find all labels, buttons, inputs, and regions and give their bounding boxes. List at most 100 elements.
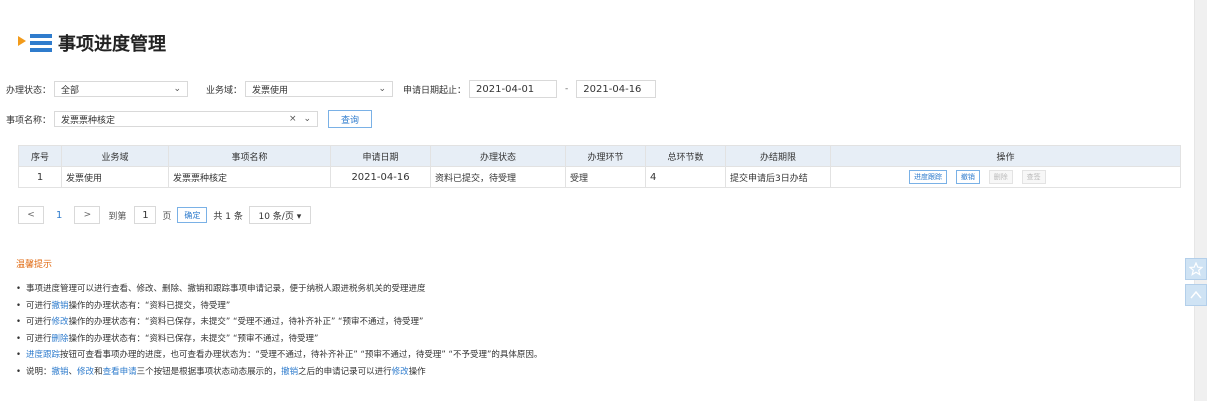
prev-page-button[interactable]: < bbox=[18, 206, 44, 224]
cell-deadline: 提交申请后3日办结 bbox=[725, 166, 831, 188]
back-to-top-button[interactable] bbox=[1185, 284, 1207, 306]
date-to-input[interactable]: 2021-04-16 bbox=[576, 80, 657, 98]
page-unit: 页 bbox=[162, 211, 172, 222]
page-size-select[interactable]: 10 条/页 ▾ bbox=[248, 206, 311, 224]
domain-label: 业务域： bbox=[206, 85, 243, 96]
query-button[interactable]: 查询 bbox=[328, 110, 373, 128]
col-header-stage: 办理环节 bbox=[565, 145, 646, 167]
tip-item: • 事项进度管理可以进行查看、修改、删除、撤销和跟踪事项申请记录，便于纳税人跟进税… bbox=[16, 281, 542, 298]
chevron-down-icon: ⌄ bbox=[378, 84, 387, 94]
tip-link[interactable]: 撤销 bbox=[281, 367, 298, 377]
tip-text: 和 bbox=[94, 366, 103, 377]
table-row: 1 发票使用 发票票种核定 2021-04-16 资料已提交，待受理 受理 4 … bbox=[18, 166, 1181, 188]
tips-title: 温馨提示 bbox=[16, 260, 53, 270]
tip-text: 三个按钮是根据事项状态动态展示的， bbox=[136, 366, 282, 377]
pagination: < 1 > 到第 1 页 确定 共 1 条 10 条/页 ▾ bbox=[18, 206, 311, 224]
view-sign-button[interactable]: 查签 bbox=[1021, 170, 1046, 184]
tip-text: 操作 bbox=[408, 366, 426, 377]
date-label: 申请日期起止： bbox=[403, 85, 467, 96]
goto-label: 到第 bbox=[108, 211, 127, 222]
bullet-icon: • bbox=[16, 284, 22, 294]
cell-status: 资料已提交，待受理 bbox=[430, 166, 566, 188]
status-value: 全部 bbox=[61, 85, 80, 96]
tips-list: • 事项进度管理可以进行查看、修改、删除、撤销和跟踪事项申请记录，便于纳税人跟进税… bbox=[16, 281, 542, 380]
clear-icon[interactable]: × bbox=[289, 114, 297, 124]
bullet-icon: • bbox=[16, 366, 22, 377]
item-select[interactable]: 发票票种核定 × ⌄ bbox=[54, 111, 319, 127]
col-header-domain: 业务域 bbox=[61, 145, 169, 167]
status-label: 办理状态： bbox=[6, 85, 52, 96]
scrollbar[interactable] bbox=[1194, 0, 1207, 401]
tip-text: 可进行 bbox=[26, 300, 52, 311]
cell-actions: 进度跟踪 撤销 删除 查签 bbox=[830, 166, 1181, 188]
tip-link[interactable]: 撤销 bbox=[52, 367, 69, 377]
domain-value: 发票使用 bbox=[252, 85, 289, 96]
col-header-actions: 操作 bbox=[830, 145, 1181, 167]
status-select[interactable]: 全部 ⌄ bbox=[54, 81, 189, 97]
tip-link[interactable]: 查看申请 bbox=[103, 367, 137, 377]
side-tools bbox=[1185, 258, 1207, 310]
result-table: 序号 业务域 事项名称 申请日期 办理状态 办理环节 总环节数 办结期限 操作 … bbox=[18, 145, 1181, 188]
tip-link[interactable]: 撤销 bbox=[52, 301, 69, 311]
tip-text: 按钮可查看事项办理的进度，也可查看办理状态为：“受理不通过，待补齐补正” “预审… bbox=[60, 350, 543, 360]
total-count: 共 1 条 bbox=[213, 211, 243, 222]
tip-text: 操作的办理状态有：“资料已保存，未提交” “受理不通过，待补齐补正” “预审不通… bbox=[68, 317, 424, 327]
col-header-status: 办理状态 bbox=[430, 145, 566, 167]
tip-text: 说明： bbox=[26, 366, 52, 377]
tip-item: • 进度跟踪按钮可查看事项办理的进度，也可查看办理状态为：“受理不通过，待补齐补正… bbox=[16, 347, 542, 364]
tip-text: 可进行 bbox=[26, 333, 52, 344]
tip-item: • 说明：撤销、修改和查看申请三个按钮是根据事项状态动态展示的，撤销之后的申请记录… bbox=[16, 364, 542, 381]
col-header-total: 总环节数 bbox=[645, 145, 726, 167]
tip-text: 操作的办理状态有：“资料已提交，待受理” bbox=[68, 300, 231, 311]
item-label: 事项名称： bbox=[6, 115, 52, 126]
goto-page-input[interactable]: 1 bbox=[134, 206, 157, 224]
bullet-icon: • bbox=[16, 350, 22, 360]
cell-domain: 发票使用 bbox=[61, 166, 169, 188]
tip-link[interactable]: 修改 bbox=[52, 317, 69, 327]
tip-text: 之后的申请记录可以进行 bbox=[298, 366, 392, 377]
cell-index: 1 bbox=[18, 166, 62, 188]
star-icon bbox=[1189, 262, 1203, 276]
col-header-index: 序号 bbox=[18, 145, 62, 167]
date-from-input[interactable]: 2021-04-01 bbox=[469, 80, 558, 98]
tip-text: 可进行 bbox=[26, 317, 52, 327]
list-menu-icon bbox=[18, 34, 52, 52]
filter-row-2: 事项名称： 发票票种核定 × ⌄ 查询 bbox=[6, 110, 373, 128]
filter-row-1: 办理状态： 全部 ⌄ 业务域： 发票使用 ⌄ 申请日期起止： 2021-04-0… bbox=[6, 80, 657, 98]
col-header-item: 事项名称 bbox=[168, 145, 331, 167]
tip-text: 事项进度管理可以进行查看、修改、删除、撤销和跟踪事项申请记录，便于纳税人跟进税务… bbox=[26, 284, 426, 294]
tip-text: 操作的办理状态有：“资料已保存，未提交” “预审不通过，待受理” bbox=[68, 333, 319, 344]
cell-item: 发票票种核定 bbox=[168, 166, 331, 188]
col-header-date: 申请日期 bbox=[330, 145, 431, 167]
table-header-row: 序号 业务域 事项名称 申请日期 办理状态 办理环节 总环节数 办结期限 操作 bbox=[18, 145, 1181, 167]
domain-select[interactable]: 发票使用 ⌄ bbox=[245, 81, 394, 97]
favorite-button[interactable] bbox=[1185, 258, 1207, 280]
select-controls: × ⌄ bbox=[289, 114, 311, 124]
item-value: 发票票种核定 bbox=[61, 115, 116, 126]
next-page-button[interactable]: > bbox=[74, 206, 101, 224]
cell-date: 2021-04-16 bbox=[330, 166, 431, 188]
revoke-button[interactable]: 撤销 bbox=[955, 170, 980, 184]
bullet-icon: • bbox=[16, 317, 22, 327]
delete-button[interactable]: 删除 bbox=[988, 170, 1013, 184]
tip-link[interactable]: 删除 bbox=[52, 334, 69, 344]
confirm-button[interactable]: 确定 bbox=[177, 207, 208, 223]
chevron-down-icon: ⌄ bbox=[303, 114, 312, 124]
current-page[interactable]: 1 bbox=[56, 210, 62, 221]
tip-item: • 可进行修改操作的办理状态有：“资料已保存，未提交” “受理不通过，待补齐补正”… bbox=[16, 314, 542, 331]
tip-text: 、 bbox=[68, 366, 78, 377]
chevron-up-icon bbox=[1190, 290, 1202, 299]
tip-item: • 可进行撤销操作的办理状态有：“资料已提交，待受理” bbox=[16, 298, 542, 315]
cell-stage: 受理 bbox=[565, 166, 646, 188]
tip-link[interactable]: 修改 bbox=[392, 367, 409, 377]
date-separator: - bbox=[565, 84, 569, 94]
tip-link[interactable]: 修改 bbox=[77, 367, 94, 377]
page-header: 事项进度管理 bbox=[18, 30, 166, 56]
col-header-deadline: 办结期限 bbox=[725, 145, 831, 167]
cell-total: 4 bbox=[645, 166, 726, 188]
track-progress-button[interactable]: 进度跟踪 bbox=[909, 170, 947, 184]
bullet-icon: • bbox=[16, 300, 22, 311]
bullet-icon: • bbox=[16, 333, 22, 344]
tip-link[interactable]: 进度跟踪 bbox=[26, 350, 60, 360]
page-title: 事项进度管理 bbox=[58, 34, 166, 55]
